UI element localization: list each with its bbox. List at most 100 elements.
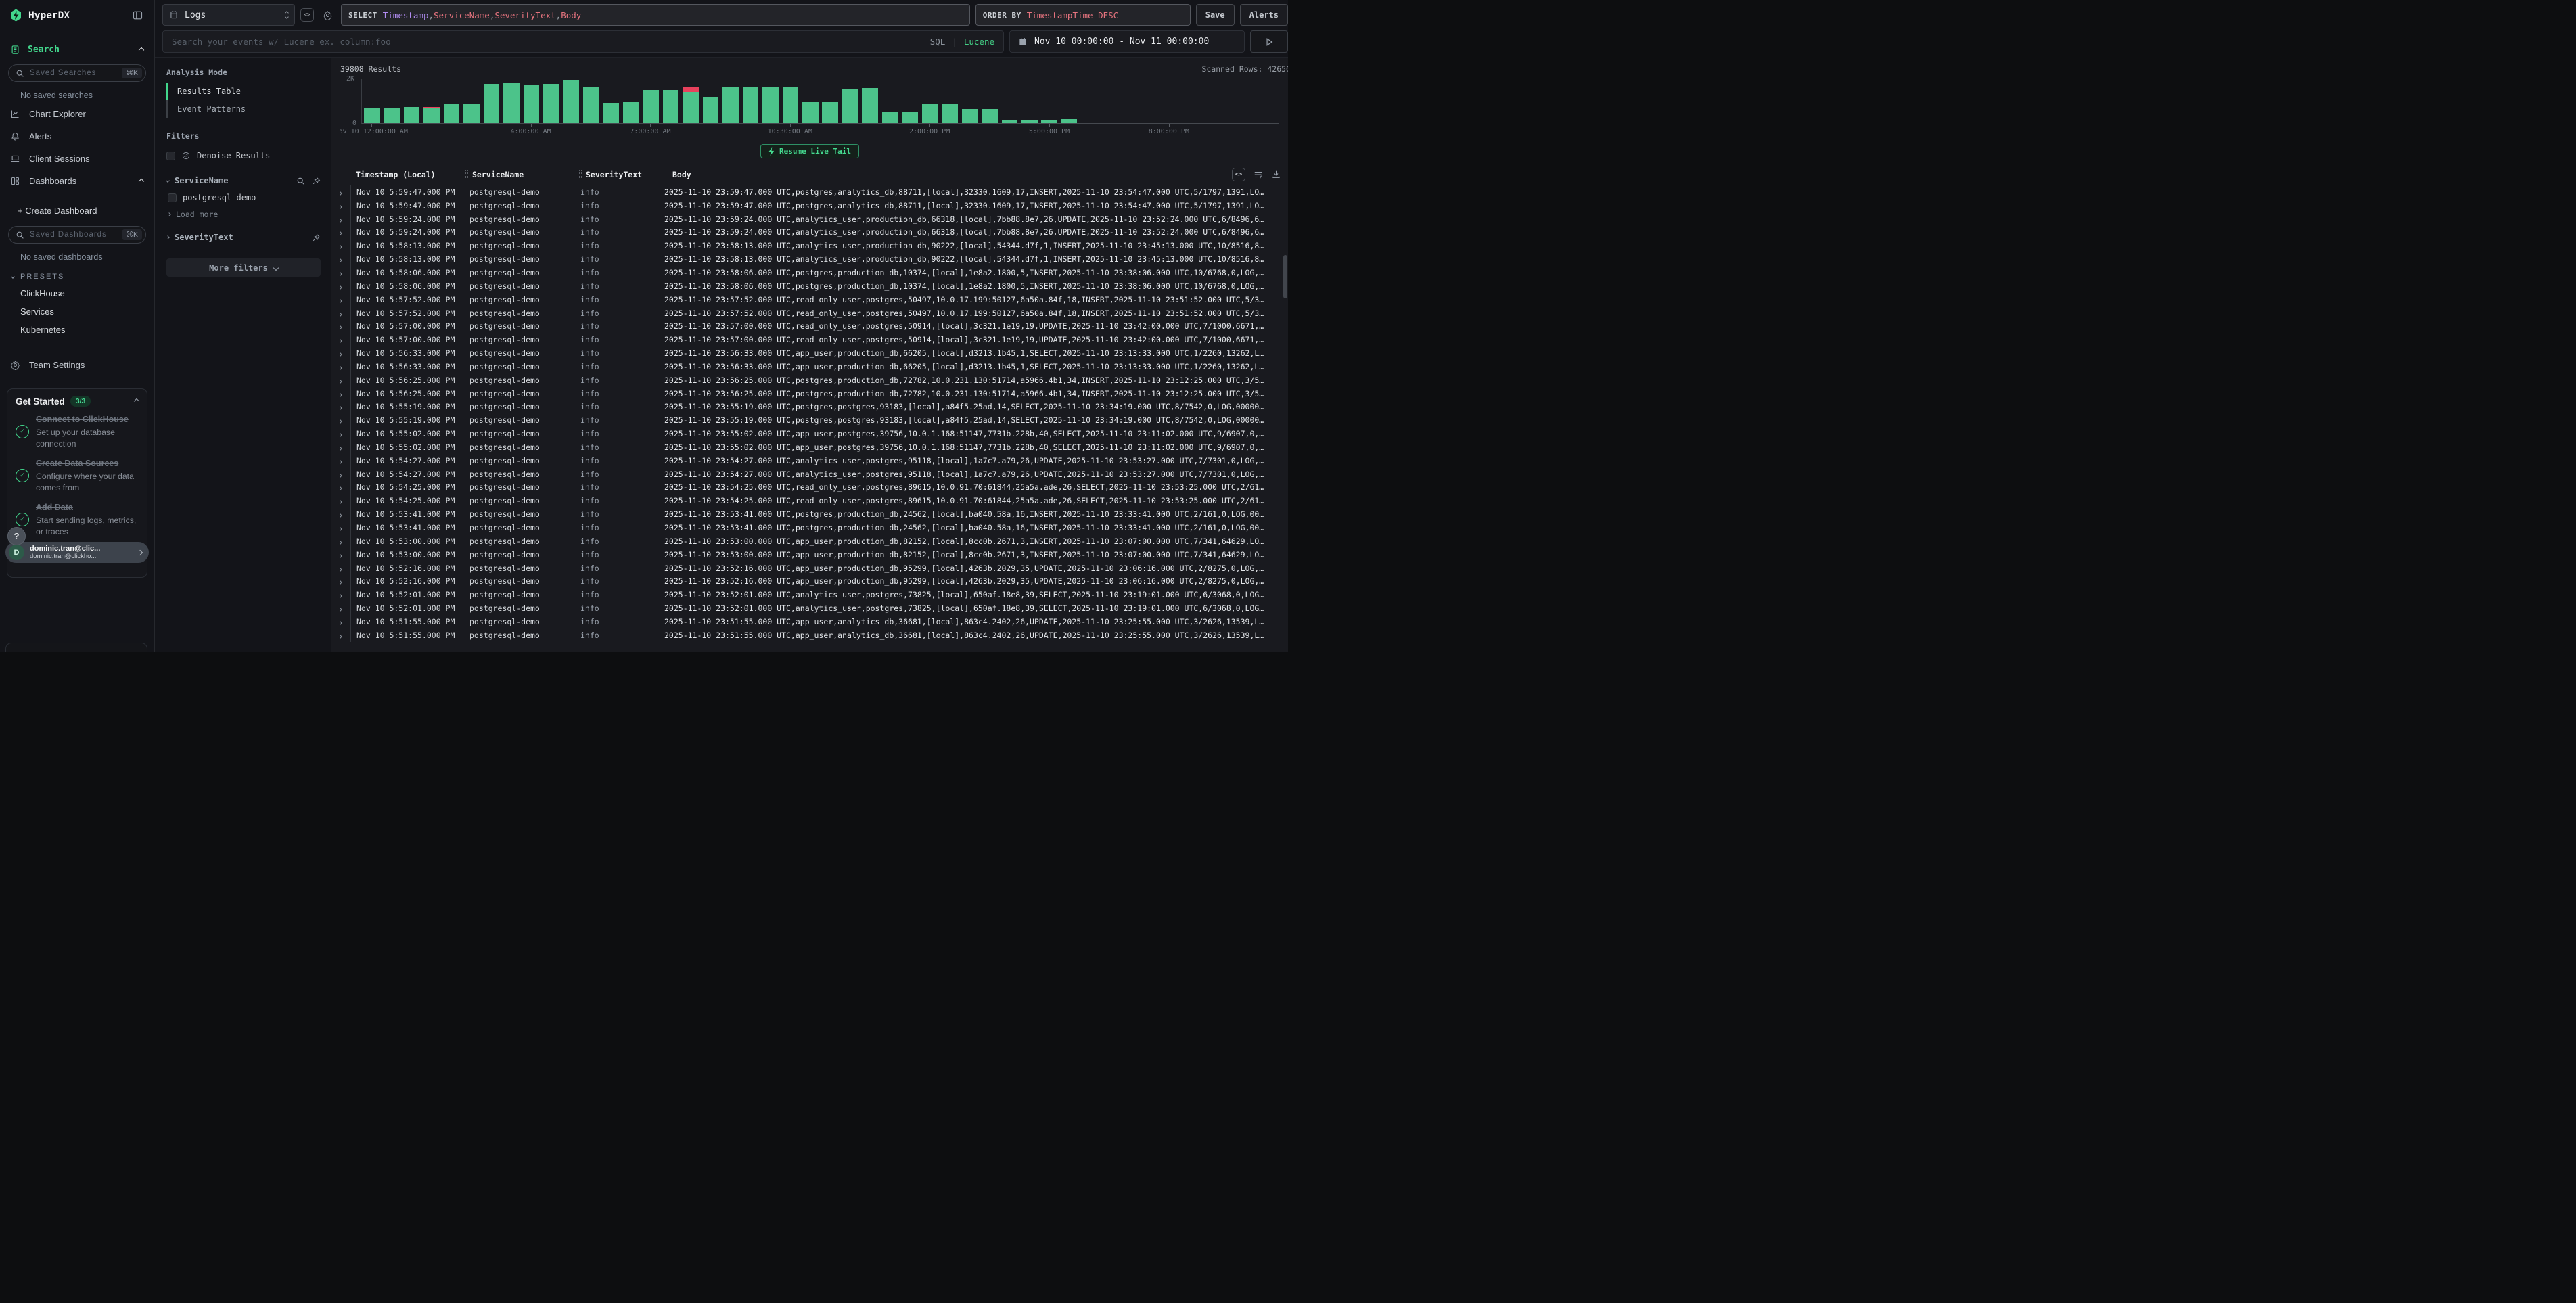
table-row[interactable]: Nov 10 5:54:25.000 PMpostgresql-demoinfo… <box>331 481 1288 495</box>
table-row[interactable]: Nov 10 5:52:16.000 PMpostgresql-demoinfo… <box>331 574 1288 588</box>
row-expand-icon[interactable] <box>331 509 350 519</box>
vertical-scrollbar[interactable] <box>1283 255 1287 298</box>
presets-section-toggle[interactable]: PRESETS <box>0 265 154 284</box>
table-row[interactable]: Nov 10 5:55:02.000 PMpostgresql-demoinfo… <box>331 427 1288 440</box>
table-row[interactable]: Nov 10 5:58:13.000 PMpostgresql-demoinfo… <box>331 239 1288 252</box>
saved-dashboards-input[interactable]: Saved Dashboards ⌘K <box>8 226 146 244</box>
save-button[interactable]: Save <box>1196 4 1235 26</box>
table-row[interactable]: Nov 10 5:51:55.000 PMpostgresql-demoinfo… <box>331 628 1288 642</box>
saved-searches-input[interactable]: Saved Searches ⌘K <box>8 64 146 82</box>
column-header-body[interactable]: Body <box>672 170 691 179</box>
table-row[interactable]: Nov 10 5:52:01.000 PMpostgresql-demoinfo… <box>331 588 1288 601</box>
sidebar-item-dashboards[interactable]: Dashboards <box>0 170 154 192</box>
sidebar-item-team-settings[interactable]: Team Settings <box>0 354 154 376</box>
table-row[interactable]: Nov 10 5:55:19.000 PMpostgresql-demoinfo… <box>331 401 1288 414</box>
table-row[interactable]: Nov 10 5:57:52.000 PMpostgresql-demoinfo… <box>331 293 1288 306</box>
mode-results-table[interactable]: Results Table <box>166 83 321 100</box>
download-icon[interactable] <box>1271 170 1281 179</box>
load-more-button[interactable]: Load more <box>166 206 321 221</box>
row-expand-icon[interactable] <box>331 576 350 586</box>
row-expand-icon[interactable] <box>331 268 350 277</box>
table-row[interactable]: Nov 10 5:58:06.000 PMpostgresql-demoinfo… <box>331 279 1288 293</box>
row-expand-icon[interactable] <box>331 590 350 599</box>
chevron-up-icon[interactable] <box>139 47 144 52</box>
facet-servicename[interactable]: ServiceName <box>166 169 321 189</box>
row-expand-icon[interactable] <box>331 348 350 358</box>
wrap-lines-icon[interactable] <box>1253 170 1264 179</box>
preset-item-clickhouse[interactable]: ClickHouse <box>0 284 154 302</box>
table-row[interactable]: Nov 10 5:54:25.000 PMpostgresql-demoinfo… <box>331 494 1288 507</box>
pin-icon[interactable] <box>312 233 321 242</box>
sidebar-collapse-icon[interactable] <box>132 9 143 21</box>
row-expand-icon[interactable] <box>331 456 350 465</box>
table-row[interactable]: Nov 10 5:55:19.000 PMpostgresql-demoinfo… <box>331 413 1288 427</box>
facet-search-icon[interactable] <box>296 177 305 185</box>
row-expand-icon[interactable] <box>331 496 350 505</box>
events-histogram[interactable]: 2K 0 Nov 10 12:00:00 AM4:00:00 AM7:00:00… <box>340 75 1280 137</box>
table-row[interactable]: Nov 10 5:54:27.000 PMpostgresql-demoinfo… <box>331 454 1288 467</box>
table-row[interactable]: Nov 10 5:53:41.000 PMpostgresql-demoinfo… <box>331 507 1288 521</box>
row-expand-icon[interactable] <box>331 429 350 438</box>
row-expand-icon[interactable] <box>331 227 350 237</box>
sidebar-item-alerts[interactable]: Alerts <box>0 125 154 147</box>
table-sql-icon[interactable]: <> <box>1232 168 1245 181</box>
checkbox[interactable] <box>168 193 177 202</box>
table-row[interactable]: Nov 10 5:56:25.000 PMpostgresql-demoinfo… <box>331 387 1288 401</box>
select-clause-input[interactable]: SELECT Timestamp,ServiceName,SeverityTex… <box>341 4 970 26</box>
mode-event-patterns[interactable]: Event Patterns <box>166 100 321 118</box>
table-row[interactable]: Nov 10 5:52:01.000 PMpostgresql-demoinfo… <box>331 601 1288 615</box>
source-select[interactable]: Logs <box>162 4 295 26</box>
row-expand-icon[interactable] <box>331 241 350 250</box>
row-expand-icon[interactable] <box>331 281 350 291</box>
language-toggle-lucene[interactable]: Lucene <box>964 37 994 47</box>
column-resize-handle[interactable] <box>465 170 468 179</box>
event-search-input[interactable]: Search your events w/ Lucene ex. column:… <box>162 30 1004 53</box>
chevron-up-icon[interactable] <box>134 398 139 404</box>
table-row[interactable]: Nov 10 5:59:47.000 PMpostgresql-demoinfo… <box>331 185 1288 199</box>
table-row[interactable]: Nov 10 5:53:00.000 PMpostgresql-demoinfo… <box>331 548 1288 562</box>
row-expand-icon[interactable] <box>331 375 350 385</box>
table-row[interactable]: Nov 10 5:51:55.000 PMpostgresql-demoinfo… <box>331 615 1288 628</box>
row-expand-icon[interactable] <box>331 389 350 398</box>
table-row[interactable]: Nov 10 5:56:33.000 PMpostgresql-demoinfo… <box>331 360 1288 373</box>
table-row[interactable]: Nov 10 5:52:16.000 PMpostgresql-demoinfo… <box>331 562 1288 575</box>
row-expand-icon[interactable] <box>331 603 350 613</box>
row-expand-icon[interactable] <box>331 335 350 344</box>
language-toggle-sql[interactable]: SQL <box>930 37 946 47</box>
sql-editor-icon[interactable]: <> <box>300 8 314 22</box>
table-row[interactable]: Nov 10 5:57:00.000 PMpostgresql-demoinfo… <box>331 319 1288 333</box>
sidebar-item-search[interactable]: Search <box>0 27 154 60</box>
sidebar-item-client-sessions[interactable]: Client Sessions <box>0 147 154 170</box>
row-expand-icon[interactable] <box>331 617 350 626</box>
table-row[interactable]: Nov 10 5:56:25.000 PMpostgresql-demoinfo… <box>331 373 1288 387</box>
row-expand-icon[interactable] <box>331 415 350 425</box>
denoise-results-checkbox[interactable]: Denoise Results <box>166 147 321 164</box>
row-expand-icon[interactable] <box>331 470 350 479</box>
table-row[interactable]: Nov 10 5:57:00.000 PMpostgresql-demoinfo… <box>331 333 1288 346</box>
row-expand-icon[interactable] <box>331 536 350 546</box>
row-expand-icon[interactable] <box>331 254 350 264</box>
preset-item-kubernetes[interactable]: Kubernetes <box>0 321 154 339</box>
sidebar-item-chart-explorer[interactable]: Chart Explorer <box>0 103 154 125</box>
row-expand-icon[interactable] <box>331 550 350 559</box>
row-expand-icon[interactable] <box>331 214 350 224</box>
row-expand-icon[interactable] <box>331 564 350 573</box>
resume-live-tail-button[interactable]: Resume Live Tail <box>760 144 859 158</box>
table-row[interactable]: Nov 10 5:59:24.000 PMpostgresql-demoinfo… <box>331 226 1288 239</box>
row-expand-icon[interactable] <box>331 321 350 331</box>
row-expand-icon[interactable] <box>331 482 350 492</box>
preset-item-services[interactable]: Services <box>0 302 154 321</box>
user-account-button[interactable]: D dominic.tran@clic... dominic.tran@clic… <box>5 542 149 563</box>
table-row[interactable]: Nov 10 5:59:24.000 PMpostgresql-demoinfo… <box>331 212 1288 226</box>
run-query-button[interactable] <box>1250 30 1288 53</box>
row-expand-icon[interactable] <box>331 631 350 640</box>
order-by-input[interactable]: ORDER BY TimestampTime DESC <box>975 4 1191 26</box>
alerts-button[interactable]: Alerts <box>1240 4 1288 26</box>
create-dashboard-button[interactable]: + Create Dashboard <box>0 200 154 222</box>
row-expand-icon[interactable] <box>331 362 350 371</box>
column-header-servicename[interactable]: ServiceName <box>472 170 578 179</box>
source-settings-gear-icon[interactable] <box>319 7 336 23</box>
more-filters-button[interactable]: More filters <box>166 258 321 277</box>
facet-severitytext[interactable]: SeverityText <box>166 226 321 246</box>
checkbox[interactable] <box>166 152 175 160</box>
